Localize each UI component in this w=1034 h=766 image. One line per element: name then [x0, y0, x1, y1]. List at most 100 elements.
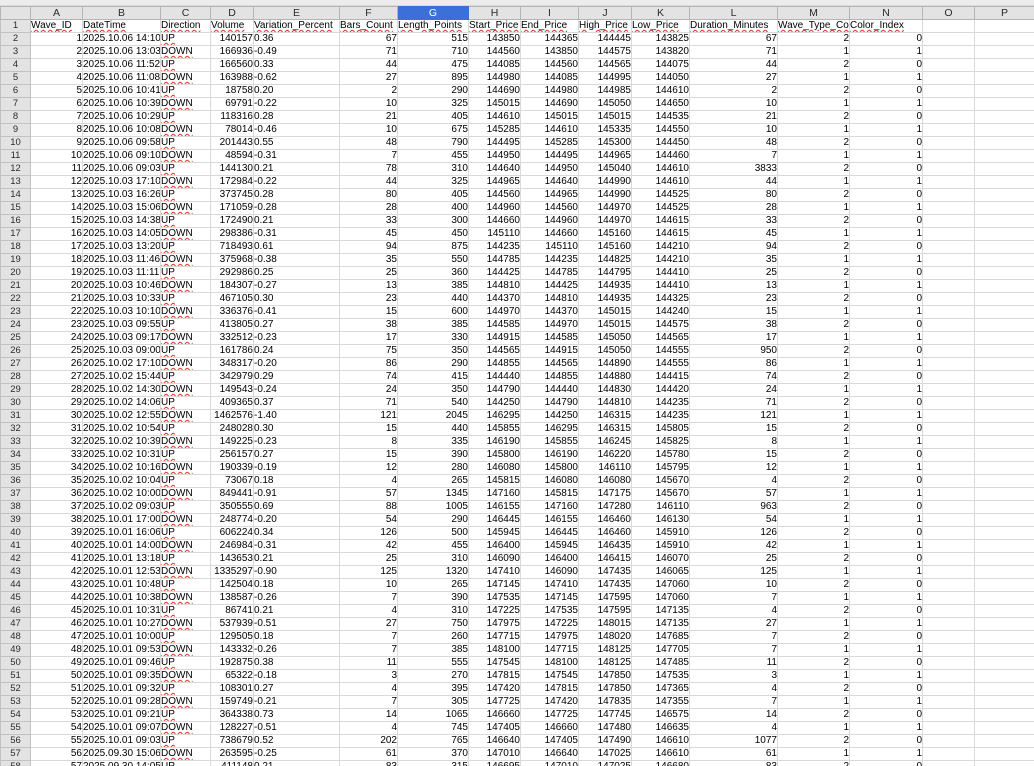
cell-duration_minutes[interactable]: 54 — [689, 513, 778, 527]
empty-cell[interactable] — [974, 669, 1034, 683]
cell-direction[interactable]: DOWN — [160, 747, 211, 761]
cell-datetime[interactable]: 2025.10.01 13:18 — [82, 552, 161, 566]
cell-direction[interactable]: DOWN — [160, 97, 211, 111]
cell-end_price[interactable]: 145945 — [520, 539, 579, 553]
column-header-K[interactable]: K — [631, 6, 690, 20]
cell-length_points[interactable]: 515 — [397, 32, 469, 46]
cell-end_price[interactable]: 146660 — [520, 721, 579, 735]
cell-volume[interactable]: 409365 — [210, 396, 254, 410]
cell-end_price[interactable]: 147420 — [520, 695, 579, 709]
row-header-52[interactable]: 52 — [0, 682, 31, 696]
cell-low_price[interactable]: 144650 — [631, 97, 690, 111]
cell-wave_id[interactable]: 46 — [30, 617, 83, 631]
cell-start_price[interactable]: 144425 — [468, 266, 521, 280]
empty-cell[interactable] — [974, 331, 1034, 345]
cell-color_index[interactable]: 0 — [849, 396, 923, 410]
cell-start_price[interactable]: 147815 — [468, 669, 521, 683]
cell-volume[interactable]: 606224 — [210, 526, 254, 540]
empty-cell[interactable] — [922, 734, 975, 748]
empty-cell[interactable] — [922, 474, 975, 488]
cell-datetime[interactable]: 2025.10.03 15:06 — [82, 201, 161, 215]
cell-low_price[interactable]: 146610 — [631, 747, 690, 761]
cell-wave_id[interactable]: 18 — [30, 253, 83, 267]
empty-cell[interactable] — [974, 357, 1034, 371]
cell-start_price[interactable]: 144370 — [468, 292, 521, 306]
empty-cell[interactable] — [922, 669, 975, 683]
cell-volume[interactable]: 78014 — [210, 123, 254, 137]
cell-volume[interactable]: 143653 — [210, 552, 254, 566]
cell-end_price[interactable]: 144370 — [520, 305, 579, 319]
cell-color_index[interactable]: 1 — [849, 617, 923, 631]
field-header-volume[interactable]: Volume — [210, 19, 254, 33]
cell-low_price[interactable]: 145910 — [631, 539, 690, 553]
cell-start_price[interactable]: 144690 — [468, 84, 521, 98]
cell-high_price[interactable]: 147835 — [578, 695, 632, 709]
cell-color_index[interactable]: 0 — [849, 240, 923, 254]
empty-cell[interactable] — [974, 97, 1034, 111]
empty-cell[interactable] — [974, 253, 1034, 267]
cell-volume[interactable]: 73067 — [210, 474, 254, 488]
empty-cell[interactable] — [974, 734, 1034, 748]
cell-volume[interactable]: 342979 — [210, 370, 254, 384]
cell-wave_type_code[interactable]: 1 — [777, 149, 850, 163]
cell-variation_percent[interactable]: -0.19 — [253, 461, 340, 475]
column-header-I[interactable]: I — [520, 6, 579, 20]
cell-color_index[interactable]: 0 — [849, 604, 923, 618]
cell-duration_minutes[interactable]: 7 — [689, 149, 778, 163]
cell-volume[interactable]: 142504 — [210, 578, 254, 592]
cell-bars_count[interactable]: 125 — [339, 565, 398, 579]
cell-end_price[interactable]: 147815 — [520, 682, 579, 696]
cell-direction[interactable]: DOWN — [160, 513, 211, 527]
cell-variation_percent[interactable]: 0.18 — [253, 630, 340, 644]
cell-wave_type_code[interactable]: 1 — [777, 513, 850, 527]
cell-datetime[interactable]: 2025.10.03 09:00 — [82, 344, 161, 358]
cell-bars_count[interactable]: 4 — [339, 474, 398, 488]
cell-wave_type_code[interactable]: 1 — [777, 175, 850, 189]
cell-wave_type_code[interactable]: 2 — [777, 396, 850, 410]
empty-cell[interactable] — [974, 500, 1034, 514]
cell-wave_id[interactable]: 30 — [30, 409, 83, 423]
cell-wave_type_code[interactable]: 1 — [777, 643, 850, 657]
field-header-variation_percent[interactable]: Variation_Percent — [253, 19, 340, 33]
cell-low_price[interactable]: 144420 — [631, 383, 690, 397]
cell-color_index[interactable]: 1 — [849, 513, 923, 527]
cell-duration_minutes[interactable]: 27 — [689, 617, 778, 631]
cell-variation_percent[interactable]: 0.30 — [253, 292, 340, 306]
cell-high_price[interactable]: 146415 — [578, 552, 632, 566]
cell-wave_type_code[interactable]: 1 — [777, 123, 850, 137]
empty-cell[interactable] — [922, 292, 975, 306]
cell-datetime[interactable]: 2025.09.30 14:05 — [82, 760, 161, 766]
cell-length_points[interactable]: 385 — [397, 318, 469, 332]
cell-direction[interactable]: UP — [160, 58, 211, 72]
row-header-27[interactable]: 27 — [0, 357, 31, 371]
cell-wave_type_code[interactable]: 1 — [777, 97, 850, 111]
cell-low_price[interactable]: 146610 — [631, 734, 690, 748]
cell-datetime[interactable]: 2025.10.01 10:38 — [82, 591, 161, 605]
empty-cell[interactable] — [922, 162, 975, 176]
cell-length_points[interactable]: 370 — [397, 747, 469, 761]
empty-cell[interactable] — [922, 500, 975, 514]
cell-variation_percent[interactable]: -0.25 — [253, 747, 340, 761]
cell-start_price[interactable]: 147545 — [468, 656, 521, 670]
cell-low_price[interactable]: 144210 — [631, 253, 690, 267]
cell-bars_count[interactable]: 75 — [339, 344, 398, 358]
cell-low_price[interactable]: 144615 — [631, 214, 690, 228]
cell-color_index[interactable]: 0 — [849, 630, 923, 644]
cell-low_price[interactable]: 146635 — [631, 721, 690, 735]
cell-bars_count[interactable]: 24 — [339, 383, 398, 397]
row-header-39[interactable]: 39 — [0, 513, 31, 527]
cell-duration_minutes[interactable]: 3833 — [689, 162, 778, 176]
empty-cell[interactable] — [922, 552, 975, 566]
empty-cell[interactable] — [974, 448, 1034, 462]
cell-wave_id[interactable]: 57 — [30, 760, 83, 766]
cell-direction[interactable]: UP — [160, 266, 211, 280]
cell-direction[interactable]: DOWN — [160, 565, 211, 579]
cell-end_price[interactable]: 144585 — [520, 331, 579, 345]
cell-wave_type_code[interactable]: 2 — [777, 344, 850, 358]
cell-wave_type_code[interactable]: 2 — [777, 318, 850, 332]
cell-high_price[interactable]: 146315 — [578, 409, 632, 423]
cell-color_index[interactable]: 1 — [849, 435, 923, 449]
cell-duration_minutes[interactable]: 15 — [689, 422, 778, 436]
cell-bars_count[interactable]: 10 — [339, 578, 398, 592]
cell-length_points[interactable]: 790 — [397, 136, 469, 150]
